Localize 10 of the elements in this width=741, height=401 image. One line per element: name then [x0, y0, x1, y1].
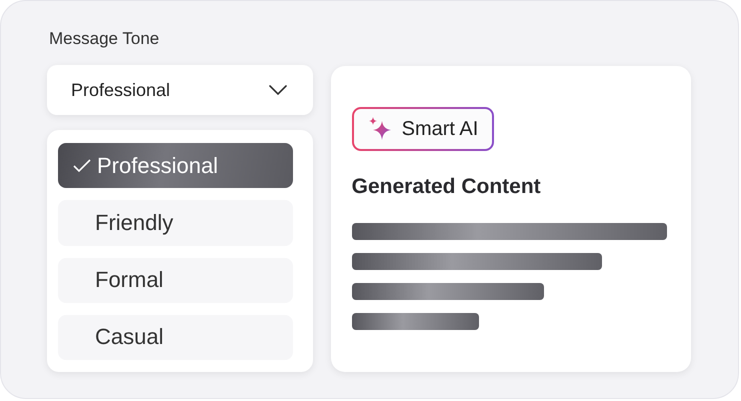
tone-dropdown[interactable]: Professional [47, 65, 313, 115]
field-label: Message Tone [49, 29, 160, 50]
chevron-down-icon [268, 85, 287, 95]
menu-option[interactable]: Friendly [58, 200, 293, 246]
content-heading: Generated Content [352, 175, 541, 199]
menu-option[interactable]: Formal [58, 258, 293, 303]
ai-badge: Smart AI [352, 107, 494, 151]
menu-option[interactable]: Casual [58, 314, 293, 360]
check-icon [73, 158, 91, 173]
menu-option[interactable]: Professional [58, 143, 293, 188]
